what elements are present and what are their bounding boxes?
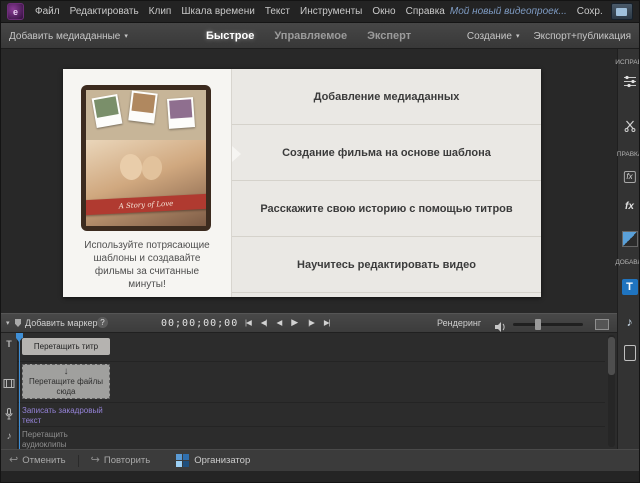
redo-icon: ↪: [91, 455, 100, 466]
drag-audio-hint: Перетащить аудиоклипы: [22, 430, 112, 449]
menu-text[interactable]: Текст: [265, 6, 290, 17]
template-preview-image: A Story of Love: [81, 85, 211, 231]
menu-tools[interactable]: Инструменты: [300, 6, 362, 17]
tab-expert[interactable]: Эксперт: [367, 30, 411, 42]
save-button[interactable]: Сохр.: [577, 6, 603, 17]
film-frame-icon[interactable]: [595, 319, 609, 330]
tab-quick[interactable]: Быстрое: [206, 30, 254, 42]
welcome-menu: Добавление медиаданных Создание фильма н…: [231, 69, 541, 297]
export-publish-button[interactable]: Экспорт+публикация: [533, 31, 631, 42]
add-marker-button[interactable]: Добавить маркер: [25, 318, 98, 328]
play-button[interactable]: ▶: [291, 317, 298, 328]
polaroid-photo: [128, 91, 157, 124]
titles-icon[interactable]: T: [622, 279, 638, 295]
effects-icon[interactable]: fx: [625, 201, 634, 212]
media-drop-zone[interactable]: ↓ Перетащите файлы сюда: [22, 364, 110, 399]
redo-button[interactable]: ↪ Повторить: [91, 455, 151, 466]
welcome-item-instant-movie[interactable]: Создание фильма на основе шаблона: [232, 125, 541, 181]
undo-icon: ↩: [9, 455, 18, 466]
go-to-start-button[interactable]: |◀: [245, 318, 251, 327]
welcome-photo-pane: A Story of Love Используйте потрясающие …: [63, 69, 231, 297]
polaroid-photo: [167, 97, 195, 129]
divider: [78, 455, 79, 467]
music-icon[interactable]: ♪: [627, 315, 633, 329]
timeline-scrollbar[interactable]: [608, 335, 615, 447]
menu-window[interactable]: Окно: [372, 6, 395, 17]
menu-edit[interactable]: Редактировать: [70, 6, 139, 17]
zoom-slider[interactable]: [513, 323, 583, 326]
timeline: T ♪ Перетащить титр ↓ Перетащите файлы с…: [1, 333, 617, 449]
drag-title-button[interactable]: Перетащить титр: [22, 338, 110, 355]
menu-file[interactable]: Файл: [35, 6, 60, 17]
bottom-bar: ↩ Отменить ↪ Повторить Организатор: [1, 449, 639, 471]
menu-timeline[interactable]: Шкала времени: [181, 6, 254, 17]
rail-label-fix: ИСПРАВ.: [615, 59, 640, 66]
chevron-down-icon: ▾: [516, 32, 520, 40]
playhead[interactable]: [19, 333, 20, 449]
project-name: Мой новый видеопроек...: [450, 6, 567, 17]
audio-track: Перетащить аудиоклипы: [18, 427, 605, 448]
chevron-down-icon: ▾: [124, 32, 128, 40]
step-back-button[interactable]: ◀: [276, 318, 281, 327]
timecode-display[interactable]: 00;00;00;00: [161, 318, 238, 329]
rail-label-edit: ПРАВКА: [617, 151, 640, 158]
video-track-icon[interactable]: [4, 375, 15, 393]
save-icon[interactable]: [611, 3, 633, 20]
clipart-icon[interactable]: [624, 345, 636, 361]
add-media-button[interactable]: Добавить медиаданные ▾: [9, 23, 128, 49]
transport-controls: |◀ ◀| ◀ ▶ |▶ ▶|: [245, 317, 330, 328]
frame-forward-button[interactable]: |▶: [308, 318, 314, 327]
welcome-caption: Используйте потрясающие шаблоны и создав…: [75, 239, 219, 291]
timeline-scrollbar-thumb[interactable]: [608, 337, 615, 375]
microphone-icon[interactable]: [5, 407, 13, 425]
welcome-item-add-media[interactable]: Добавление медиаданных: [232, 69, 541, 125]
create-button[interactable]: Создание ▾: [467, 31, 520, 42]
help-icon[interactable]: ?: [97, 317, 108, 328]
welcome-item-learn-editing[interactable]: Научитесь редактировать видео: [232, 237, 541, 293]
audio-track-icon[interactable]: ♪: [7, 431, 12, 442]
render-label: Рендеринг: [437, 318, 481, 328]
record-voiceover-link[interactable]: Записать закадровый текст: [22, 406, 112, 425]
effects-box-icon[interactable]: fx: [623, 171, 635, 183]
adjust-sliders-icon[interactable]: [623, 75, 637, 93]
toolbar: Добавить медиаданные ▾ Быстрое Управляем…: [1, 23, 639, 49]
title-track-icon[interactable]: T: [6, 339, 12, 349]
welcome-item-titles[interactable]: Расскажите свою историю с помощью титров: [232, 181, 541, 237]
voiceover-track: Записать закадровый текст: [18, 403, 605, 427]
timeline-toolbar: ▾ Добавить маркер ? 00;00;00;00 |◀ ◀| ◀ …: [1, 313, 617, 333]
menu-help[interactable]: Справка: [406, 6, 445, 17]
organizer-grid-icon: [176, 454, 189, 467]
undo-button[interactable]: ↩ Отменить: [9, 455, 66, 466]
down-arrow-icon: ↓: [64, 367, 69, 377]
ribbon-banner: A Story of Love: [86, 194, 206, 216]
transition-icon[interactable]: [622, 231, 638, 247]
welcome-card: A Story of Love Используйте потрясающие …: [63, 69, 541, 297]
polaroid-photo: [92, 94, 123, 128]
action-rail: ИСПРАВ. ПРАВКА fx fx ДОБАВЛ. T ♪: [617, 49, 640, 449]
playhead-handle[interactable]: [16, 333, 23, 338]
rail-label-add: ДОБАВЛ.: [615, 259, 640, 266]
app-logo-icon: e: [7, 3, 24, 20]
marker-icon: [15, 319, 21, 327]
track-header-gutter: T ♪: [1, 333, 18, 449]
main-content: A Story of Love Используйте потрясающие …: [1, 49, 617, 313]
window-edge: [1, 471, 639, 483]
pointer-triangle: [232, 146, 241, 162]
go-to-end-button[interactable]: ▶|: [324, 318, 330, 327]
frame-back-button[interactable]: ◀|: [261, 318, 267, 327]
title-track: Перетащить титр: [18, 333, 605, 362]
collapse-chevron-icon[interactable]: ▾: [6, 319, 10, 327]
tab-guided[interactable]: Управляемое: [274, 30, 347, 42]
menubar: e Файл Редактировать Клип Шкала времени …: [1, 1, 639, 23]
video-track: ↓ Перетащите файлы сюда: [18, 362, 605, 403]
menu-clip[interactable]: Клип: [149, 6, 172, 17]
app-window: e Файл Редактировать Клип Шкала времени …: [0, 0, 640, 483]
zoom-slider-thumb[interactable]: [535, 319, 541, 330]
organizer-button[interactable]: Организатор: [176, 454, 250, 467]
mode-tabs: Быстрое Управляемое Эксперт: [206, 23, 411, 49]
scissors-icon[interactable]: [624, 119, 636, 137]
